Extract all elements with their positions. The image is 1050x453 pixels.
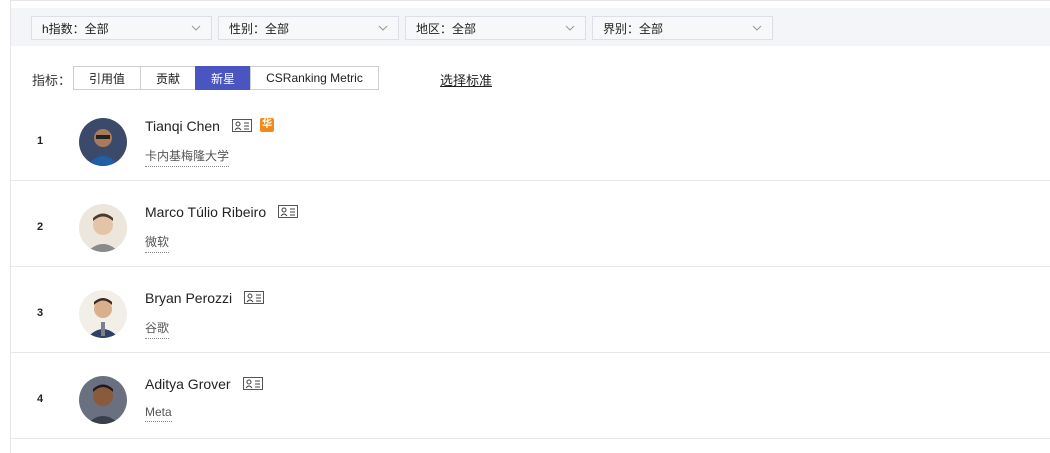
filter-region-label: 地区：全部: [416, 21, 477, 36]
profile-card-icon[interactable]: [231, 118, 252, 132]
rank-number: 2: [37, 221, 44, 233]
chevron-down-icon: [565, 25, 575, 31]
avatar-photo: [79, 376, 127, 424]
affiliation[interactable]: Meta: [145, 405, 172, 422]
rank-number: 4: [37, 393, 44, 405]
metric-label: 指标：: [32, 73, 72, 88]
list-item: 3 Bryan Perozzi 谷歌: [11, 267, 1050, 353]
filter-region[interactable]: 地区：全部: [405, 16, 586, 40]
list-item: 1 Tianqi Chen 华 卡内基梅隆大学: [11, 95, 1050, 181]
scholar-name-text: Bryan Perozzi: [145, 290, 233, 306]
chevron-down-icon: [191, 25, 201, 31]
avatar[interactable]: [79, 118, 127, 166]
avatar-photo: [79, 118, 127, 166]
filter-h-index[interactable]: h指数：全部: [31, 16, 212, 40]
filter-field[interactable]: 界别：全部: [592, 16, 773, 40]
scholar-name[interactable]: Bryan Perozzi: [145, 290, 265, 306]
list-item: 2 Marco Túlio Ribeiro 微软: [11, 181, 1050, 267]
filter-field-label: 界别：全部: [603, 21, 664, 36]
rank-number: 1: [37, 135, 44, 147]
profile-card-icon[interactable]: [242, 376, 263, 390]
list-item: 4 Aditya Grover Meta: [11, 353, 1050, 439]
profile-card-icon[interactable]: [278, 204, 299, 218]
affiliation[interactable]: 微软: [145, 233, 170, 253]
affiliation[interactable]: 谷歌: [145, 319, 170, 339]
chinese-scholar-badge: 华: [259, 118, 274, 133]
scholar-name[interactable]: Tianqi Chen 华: [145, 118, 274, 134]
avatar[interactable]: [79, 204, 127, 252]
avatar-photo: [79, 204, 127, 252]
tab-citations[interactable]: 引用值: [73, 66, 141, 90]
filter-bar: h指数：全部 性别：全部 地区：全部 界别：全部: [11, 8, 1050, 46]
chevron-down-icon: [752, 25, 762, 31]
avatar[interactable]: [79, 290, 127, 338]
choose-criteria-link[interactable]: 选择标准: [440, 70, 492, 89]
metric-tabs: 引用值 贡献 新星 CSRanking Metric: [73, 66, 379, 90]
tab-contribution[interactable]: 贡献: [140, 66, 196, 90]
scholar-name[interactable]: Marco Túlio Ribeiro: [145, 204, 299, 220]
filter-gender-label: 性别：全部: [229, 21, 290, 36]
scholar-name-text: Marco Túlio Ribeiro: [145, 204, 267, 220]
profile-card-icon[interactable]: [244, 290, 265, 304]
chevron-down-icon: [378, 25, 388, 31]
filter-gender[interactable]: 性别：全部: [218, 16, 399, 40]
avatar-photo: [79, 290, 127, 338]
rank-number: 3: [37, 307, 44, 319]
tab-csranking-metric[interactable]: CSRanking Metric: [250, 66, 379, 90]
affiliation[interactable]: 卡内基梅隆大学: [145, 147, 230, 167]
filter-h-index-label: h指数：全部: [42, 21, 109, 36]
avatar[interactable]: [79, 376, 127, 424]
scholar-name[interactable]: Aditya Grover: [145, 376, 263, 392]
scholar-name-text: Tianqi Chen: [145, 118, 220, 134]
scholar-name-text: Aditya Grover: [145, 376, 231, 392]
tab-rising-star[interactable]: 新星: [195, 66, 251, 90]
